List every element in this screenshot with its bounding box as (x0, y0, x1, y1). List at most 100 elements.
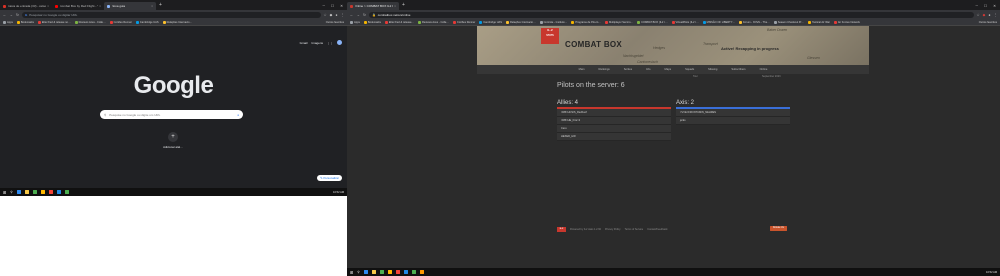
nav-item[interactable]: Missing (708, 68, 717, 71)
browser-tab[interactable]: Caixa de entrada (33) - celso.hir…× (0, 2, 52, 10)
bookmark-item[interactable]: Air Forces Network (833, 21, 860, 24)
omnibox[interactable]: G Pesquisar no Google ou digitar URL (21, 12, 321, 18)
bookmark-item[interactable]: COMBAT BOX (IL2 r… (637, 21, 668, 24)
taskbar-app-icon[interactable] (419, 270, 424, 274)
other-bookmarks[interactable]: Outros favoritos (979, 21, 997, 24)
bookmark-item[interactable]: VirtualPilots (IL2 r… (671, 21, 699, 24)
tab-close-icon[interactable]: × (394, 4, 396, 8)
tab-close-icon[interactable]: × (99, 4, 101, 8)
nav-item[interactable]: Maps (665, 68, 672, 71)
taskbar-search-icon[interactable]: ⚲ (357, 270, 359, 274)
forward-icon[interactable]: → (10, 13, 14, 17)
bookmark-item[interactable]: Multiplayer Serviro… (605, 21, 633, 24)
bookmark-item[interactable]: Season Checkout Pr… (773, 21, 804, 24)
taskbar-app-icon[interactable] (32, 190, 37, 194)
other-bookmarks[interactable]: Outros favoritos (326, 21, 344, 24)
bookmark-item[interactable]: Elite fired & release… (384, 21, 414, 24)
back-icon[interactable]: ← (350, 13, 354, 17)
tab-close-icon[interactable]: × (151, 4, 153, 8)
nav-item[interactable]: Squads (685, 68, 694, 71)
menu-icon[interactable]: ⋮ (994, 13, 998, 17)
new-tab-icon[interactable]: + (156, 2, 165, 10)
pilot-row[interactable]: =VVE=FRONTUMIN_NEHRES (676, 109, 790, 117)
tab-close-icon[interactable]: × (47, 4, 49, 8)
star-icon[interactable]: ☆ (977, 13, 980, 17)
back-icon[interactable]: ← (3, 13, 7, 17)
minimize-icon[interactable]: ─ (322, 4, 324, 8)
forward-icon[interactable]: → (357, 13, 361, 17)
apps-grid-icon[interactable]: ⋮⋮ (327, 41, 333, 45)
taskbar-app-icon[interactable] (403, 270, 408, 274)
extension-icon[interactable]: ◆ (983, 13, 986, 17)
taskbar-search-icon[interactable]: ⚲ (10, 190, 12, 194)
taskbar-app-icon[interactable] (16, 190, 21, 194)
taskbar-app-icon[interactable] (387, 270, 392, 274)
bookmark-item[interactable]: Elite fired & release no… (37, 21, 71, 24)
bookmark-item[interactable]: Apps (350, 21, 360, 24)
pilot-row[interactable]: jerko (676, 117, 790, 125)
bookmark-item[interactable]: Forum - XOVIL - The… (739, 21, 770, 24)
minimize-icon[interactable]: ─ (975, 4, 977, 8)
gmail-link[interactable]: Gmail (300, 41, 308, 45)
browser-tab[interactable]: Online > COMBAT BOX IL2 Grind…× (347, 2, 399, 10)
taskbar-app-icon[interactable] (24, 190, 29, 194)
windows-start-icon[interactable]: ⊞ (3, 190, 6, 195)
taskbar-app-icon[interactable] (64, 190, 69, 194)
nav-item[interactable]: Online (760, 68, 768, 71)
browser-tab[interactable]: Combat Box by Red Flight - YouT…× (52, 2, 104, 10)
star-icon[interactable]: ☆ (324, 13, 327, 17)
taskbar-app-icon[interactable] (56, 190, 61, 194)
taskbar-app-icon[interactable] (379, 270, 384, 274)
bookmark-item[interactable]: Reviews Aces - Colle… (418, 21, 449, 24)
pilot-row[interactable]: =RB=HE_Fire>3 (557, 117, 671, 125)
nav-item[interactable]: Subscribers (731, 68, 745, 71)
profile-icon[interactable]: ● (335, 13, 337, 17)
microphone-icon[interactable]: ● (237, 113, 239, 117)
taskbar-app-icon[interactable] (40, 190, 45, 194)
site-logo[interactable]: IL-2 STATS (541, 28, 559, 44)
taskbar-app-icon[interactable] (371, 270, 376, 274)
nav-item[interactable]: Main (579, 68, 585, 71)
taskbar-app-icon[interactable] (363, 270, 368, 274)
profile-icon[interactable]: ● (988, 13, 990, 17)
footer-terms-link[interactable]: Terms of Service (625, 228, 644, 231)
bookmark-item[interactable]: Relações Internacio… (162, 21, 192, 24)
extension-icon[interactable]: ◆ (330, 13, 333, 17)
customize-button[interactable]: ✎ Personalizar (317, 175, 342, 181)
bookmark-item[interactable]: Cortões Renner (109, 21, 132, 24)
bookmark-item[interactable]: Bookmarks (16, 21, 34, 24)
bookmark-item[interactable]: MISSÃO OF LIBERTY… (702, 21, 735, 24)
reload-icon[interactable]: ↻ (16, 13, 19, 17)
bookmark-item[interactable]: Bookmarks (363, 21, 381, 24)
footer-privacy-link[interactable]: Privacy Policy (605, 228, 621, 231)
close-icon[interactable]: ✕ (340, 4, 343, 8)
pilot-row[interactable]: Ceru (557, 125, 671, 133)
nav-item[interactable]: Rankings (598, 68, 609, 71)
browser-tab[interactable]: Nova guia × (104, 2, 156, 10)
close-icon[interactable]: ✕ (993, 4, 996, 8)
avatar[interactable] (337, 40, 342, 45)
omnibox[interactable]: 🔒 combatbox.net/en/online (368, 12, 974, 18)
taskbar-app-icon[interactable] (48, 190, 53, 194)
windows-start-icon[interactable]: ⊞ (350, 270, 353, 275)
add-shortcut[interactable]: + Adicionar atal… (158, 132, 188, 149)
bookmark-item[interactable]: Tactical Air War (808, 21, 830, 24)
donate-button[interactable]: Donate Us (770, 226, 787, 231)
bookmark-item[interactable]: Programa de Pós-G… (571, 21, 601, 24)
menu-icon[interactable]: ⋮ (341, 13, 345, 17)
search-box[interactable]: ⚲ Pesquise no Google ou digite um URL ● (100, 110, 243, 119)
bookmark-item[interactable]: Cambridge UAS (135, 21, 159, 24)
bookmark-item[interactable]: Apps (3, 21, 13, 24)
new-tab-icon[interactable]: + (399, 2, 408, 10)
maximize-icon[interactable]: ☐ (331, 4, 334, 8)
tour-label[interactable]: Tour (693, 75, 698, 78)
bookmark-item[interactable]: Controle - Instituto… (539, 21, 567, 24)
pilot-row[interactable]: HEXED_HW (557, 133, 671, 141)
bookmark-item[interactable]: Relações Internacio… (506, 21, 536, 24)
nav-item[interactable]: Info (646, 68, 650, 71)
reload-icon[interactable]: ↻ (363, 13, 366, 17)
footer-contact-link[interactable]: Contact/Feedback (647, 228, 667, 231)
images-link[interactable]: Imagens (311, 41, 323, 45)
taskbar-app-icon[interactable] (411, 270, 416, 274)
taskbar-app-icon[interactable] (395, 270, 400, 274)
